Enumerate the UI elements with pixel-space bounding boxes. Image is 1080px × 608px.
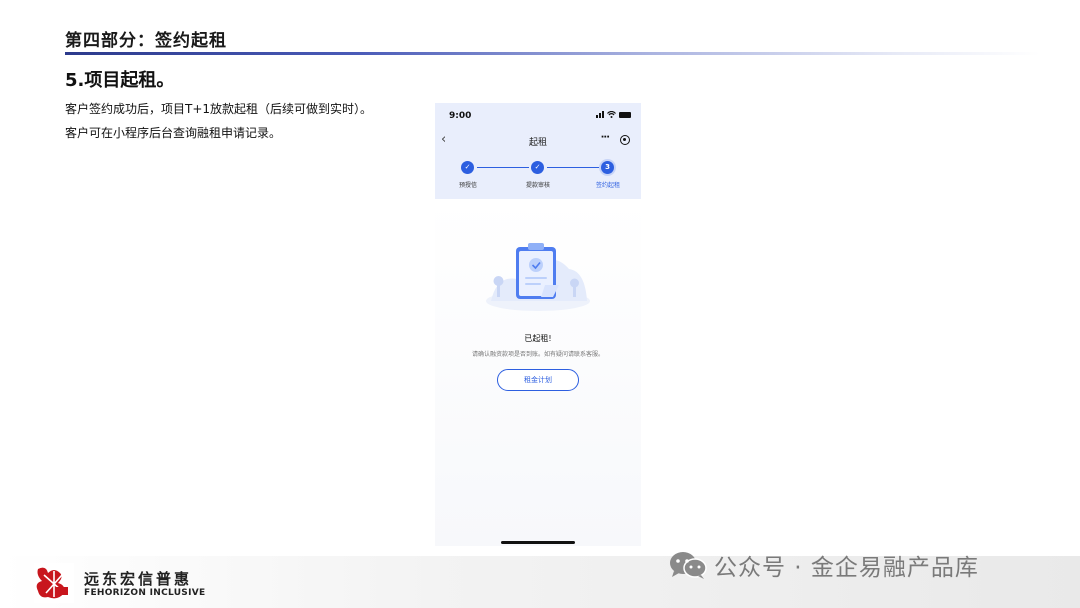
body-text-line-1: 客户签约成功后，项目T+1放款起租（后续可做到实时）。 [65,102,373,116]
step-connector [547,167,599,168]
home-indicator [501,541,575,544]
nav-title: 起租 [528,138,547,148]
step-2-check-icon: ✓ [531,161,544,174]
clipboard-success-illustration [486,243,590,311]
section-title: 第四部分：签约起租 [65,31,227,51]
wifi-icon [607,111,616,118]
status-time: 9:00 [449,111,472,121]
step-3-number: 3 [601,161,614,174]
rent-plan-button[interactable]: 租金计划 [497,369,579,391]
progress-steps: ✓ ✓ 3 预授信 提款审核 签约起租 [435,159,641,193]
company-name-en: FEHORIZON INCLUSIVE [84,588,206,598]
wechat-icon [670,552,707,579]
watermark-text: 公众号 · 金企易融产品库 [714,555,979,581]
more-icon[interactable]: ··· [601,132,610,143]
result-description: 请确认融资款项是否到账。如有疑问请联系客服。 [471,351,604,358]
subheading: 5.项目起租。 [65,70,175,91]
battery-icon [619,111,631,118]
wechat-watermark: 公众号 · 金企易融产品库 [668,550,979,581]
result-title: 已起租! [524,334,552,343]
status-bar: 9:00 [435,103,641,129]
company-logo [34,563,74,603]
step-3-label: 签约起租 [595,182,620,189]
close-miniprogram-icon[interactable] [620,135,630,145]
signal-icon [596,111,604,118]
step-1-label: 预授信 [458,182,477,189]
status-icons [596,111,631,118]
step-1-check-icon: ✓ [461,161,474,174]
step-2-label: 提款审核 [525,182,550,189]
phone-screenshot: 9:00 ‹ 起租 ··· ✓ ✓ 3 预授信 提款审核 签约起租 已起租! 请… [435,103,641,546]
nav-bar: ‹ 起租 ··· [435,129,641,155]
company-name-cn: 远东宏信普惠 [84,570,193,588]
body-text-line-2: 客户可在小程序后台查询融租申请记录。 [65,126,282,140]
title-divider [65,52,1040,55]
step-connector [477,167,529,168]
result-card: 已起租! 请确认融资款项是否到账。如有疑问请联系客服。 租金计划 [435,199,641,546]
